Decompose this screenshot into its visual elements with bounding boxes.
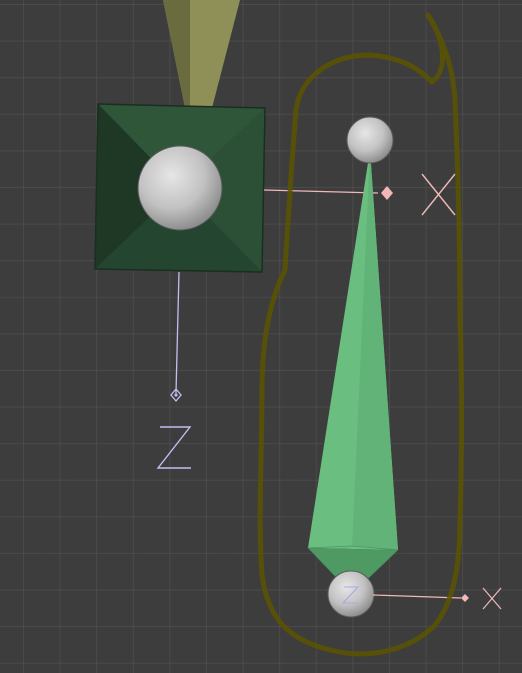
x-axis-line	[263, 189, 379, 194]
scene-canvas[interactable]	[0, 0, 522, 673]
diamond-handle-icon[interactable]	[381, 186, 393, 200]
parent-bone-shade	[163, 0, 190, 108]
x-axis-label	[421, 173, 456, 216]
z-axis-label	[156, 426, 192, 469]
z-axis-line	[175, 271, 180, 394]
diamond-handle-icon[interactable]	[461, 594, 469, 602]
parent-bone-upper[interactable]	[163, 0, 240, 108]
x-axis-label-small	[482, 587, 502, 610]
3d-viewport[interactable]	[0, 0, 522, 673]
bone-box[interactable]	[94, 103, 266, 273]
sphere-joint-icon[interactable]	[137, 145, 223, 231]
selected-bone[interactable]	[307, 150, 399, 595]
sphere-joint-icon[interactable]	[346, 116, 394, 164]
